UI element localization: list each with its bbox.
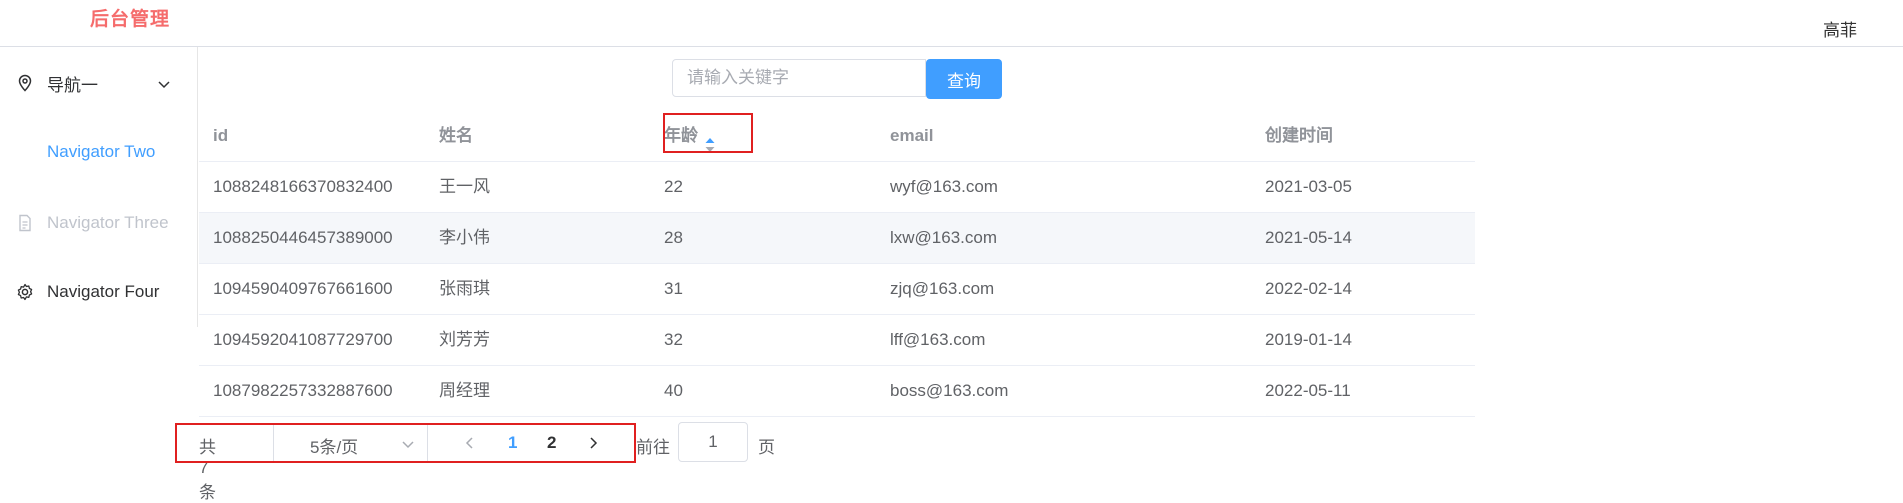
sidebar-item-nav-three[interactable]: Navigator Three	[0, 195, 197, 251]
cell-email: zjq@163.com	[890, 279, 995, 298]
goto-label: 前往	[636, 438, 670, 457]
data-table: id 姓名 年龄 email 创建时间 1088248166370832400 …	[199, 111, 1475, 417]
cell-id: 1094592041087729700	[213, 330, 393, 349]
cell-name: 张雨琪	[439, 279, 490, 298]
cell-age: 22	[664, 177, 683, 196]
sidebar-item-label: 导航一	[47, 75, 98, 95]
sidebar-item-label: Navigator Four	[47, 282, 160, 301]
cell-id: 1088248166370832400	[213, 177, 393, 196]
search-input[interactable]	[672, 59, 926, 97]
sidebar-item-label: Navigator Two	[47, 142, 156, 161]
highlight-box-age-sort	[663, 113, 753, 153]
table-body: 1088248166370832400 王一风 22 wyf@163.com 2…	[199, 162, 1475, 417]
cell-name: 刘芳芳	[439, 330, 490, 349]
cell-created: 2021-03-05	[1265, 177, 1352, 196]
document-icon	[16, 214, 34, 232]
cell-name: 王一风	[439, 177, 490, 196]
table-row[interactable]: 1094590409767661600 张雨琪 31 zjq@163.com 2…	[199, 264, 1475, 315]
sidebar-item-label: Navigator Three	[47, 213, 169, 232]
header: 后台管理 高菲	[0, 0, 1903, 47]
gear-icon	[16, 283, 34, 301]
column-header-name[interactable]: 姓名	[439, 111, 473, 161]
table-header: id 姓名 年龄 email 创建时间	[199, 111, 1475, 162]
table-row[interactable]: 1088248166370832400 王一风 22 wyf@163.com 2…	[199, 162, 1475, 213]
column-header-email[interactable]: email	[890, 111, 933, 161]
cell-age: 28	[664, 228, 683, 247]
cell-created: 2021-05-14	[1265, 228, 1352, 247]
chevron-down-icon	[157, 76, 171, 90]
search-button[interactable]: 查询	[926, 59, 1002, 99]
cell-age: 32	[664, 330, 683, 349]
cell-name: 周经理	[439, 381, 490, 400]
cell-created: 2022-05-11	[1265, 381, 1351, 400]
goto-page-input[interactable]	[678, 422, 748, 462]
location-pin-icon	[16, 74, 34, 92]
table-row[interactable]: 1088250446457389000 李小伟 28 lxw@163.com 2…	[199, 213, 1475, 264]
sidebar: 导航一 Navigator Two Navigator Three Naviga…	[0, 47, 198, 327]
cell-created: 2019-01-14	[1265, 330, 1352, 349]
cell-email: wyf@163.com	[890, 177, 998, 196]
cell-email: boss@163.com	[890, 381, 1009, 400]
cell-age: 40	[664, 381, 683, 400]
cell-id: 1087982257332887600	[213, 381, 393, 400]
cell-name: 李小伟	[439, 228, 490, 247]
column-header-id[interactable]: id	[213, 111, 228, 161]
user-name[interactable]: 高菲	[1823, 16, 1857, 41]
page-suffix-label: 页	[758, 438, 775, 457]
highlight-box-pagination	[175, 423, 636, 463]
app-brand: 后台管理	[90, 9, 171, 30]
cell-id: 1088250446457389000	[213, 228, 393, 247]
cell-email: lff@163.com	[890, 330, 986, 349]
cell-created: 2022-02-14	[1265, 279, 1352, 298]
cell-age: 31	[664, 279, 683, 298]
sidebar-item-nav-one[interactable]: 导航一	[0, 55, 197, 111]
sidebar-item-nav-two[interactable]: Navigator Two	[0, 124, 197, 180]
sidebar-item-nav-four[interactable]: Navigator Four	[0, 264, 197, 320]
column-header-created[interactable]: 创建时间	[1265, 111, 1333, 161]
cell-id: 1094590409767661600	[213, 279, 393, 298]
table-row[interactable]: 1087982257332887600 周经理 40 boss@163.com …	[199, 366, 1475, 417]
table-row[interactable]: 1094592041087729700 刘芳芳 32 lff@163.com 2…	[199, 315, 1475, 366]
cell-email: lxw@163.com	[890, 228, 998, 247]
